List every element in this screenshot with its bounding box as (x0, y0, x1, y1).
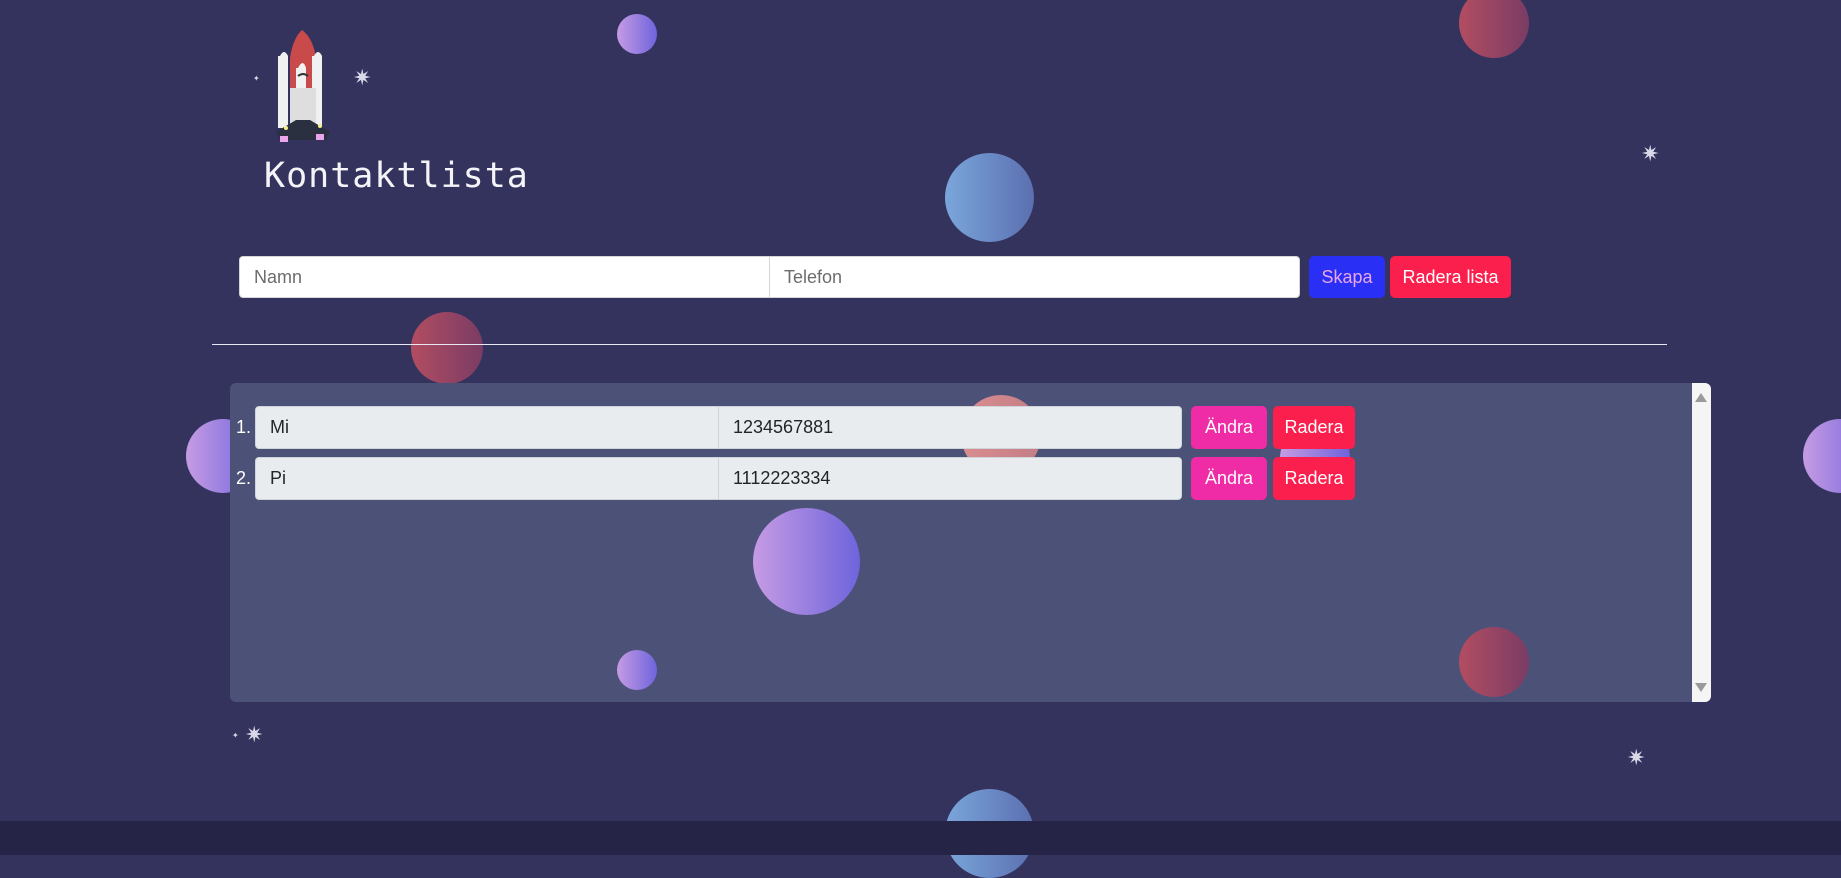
contact-phone-field[interactable] (718, 406, 1182, 449)
decor-bubble (617, 14, 657, 54)
list-item: 1. Ändra Radera (230, 406, 1680, 449)
create-button[interactable]: Skapa (1309, 256, 1385, 298)
list-item-index: 1. (236, 417, 252, 437)
sparkle-icon: ✷ (245, 723, 264, 748)
divider (212, 344, 1667, 345)
page-title: Kontaktlista (264, 156, 529, 196)
decor-bubble (1459, 0, 1529, 58)
edit-button[interactable]: Ändra (1191, 457, 1267, 500)
list-item: 2. Ändra Radera (230, 457, 1680, 500)
contact-phone-field[interactable] (718, 457, 1182, 500)
decor-bubble (411, 312, 483, 384)
delete-button[interactable]: Radera (1273, 457, 1355, 500)
contact-name-field[interactable] (255, 457, 719, 500)
phone-input[interactable] (769, 256, 1300, 298)
sparkle-icon: ✦ (232, 731, 239, 740)
edit-button[interactable]: Ändra (1191, 406, 1267, 449)
scroll-down-icon[interactable] (1695, 683, 1707, 692)
clear-list-button[interactable]: Radera lista (1390, 256, 1511, 298)
rocket-shuttle-icon (268, 28, 358, 148)
contact-list[interactable]: 1. Ändra Radera 2. Ändra Radera (230, 383, 1711, 702)
decor-bubble (617, 650, 657, 690)
delete-button[interactable]: Radera (1273, 406, 1355, 449)
list-item-index: 2. (236, 468, 252, 488)
sparkle-icon: ✷ (1641, 142, 1660, 167)
decor-bubble (1459, 627, 1529, 697)
footer-bar (0, 821, 1841, 855)
name-input[interactable] (239, 256, 770, 298)
sparkle-icon: ✦ (253, 74, 260, 83)
decor-bubble (945, 153, 1034, 242)
contact-name-field[interactable] (255, 406, 719, 449)
sparkle-icon: ✷ (1627, 746, 1646, 771)
scroll-up-icon[interactable] (1695, 393, 1707, 402)
scrollbar[interactable] (1692, 383, 1711, 702)
decor-bubble (753, 508, 860, 615)
decor-bubble (1803, 419, 1841, 493)
